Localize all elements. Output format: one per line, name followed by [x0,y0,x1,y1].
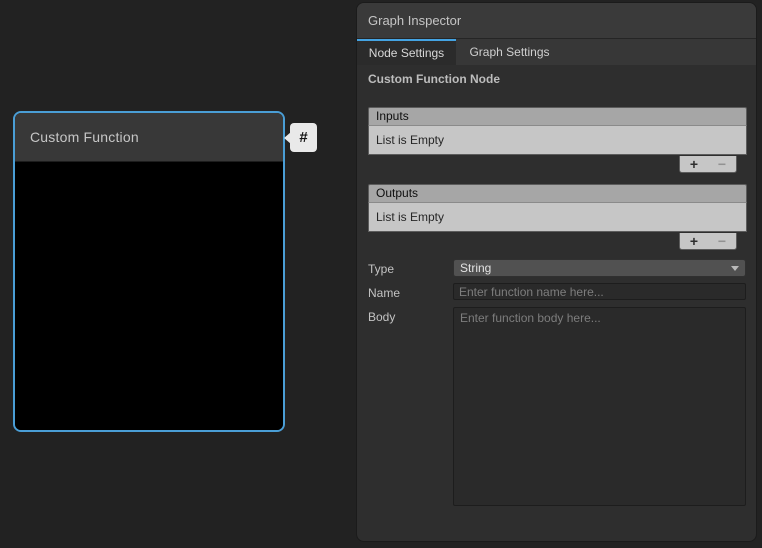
custom-function-node[interactable]: Custom Function [13,111,285,432]
node-settings-content: Custom Function Node Inputs List is Empt… [357,65,756,541]
outputs-add-button[interactable]: + [690,234,698,249]
outputs-empty-row: List is Empty [368,203,747,232]
inputs-list: Inputs List is Empty + − [368,107,747,155]
body-label: Body [368,310,395,324]
name-label: Name [368,286,400,300]
inputs-list-header: Inputs [368,107,747,126]
tab-graph-settings[interactable]: Graph Settings [456,39,563,65]
type-dropdown[interactable]: String [453,259,746,277]
section-title: Custom Function Node [368,72,500,86]
inspector-title: Graph Inspector [368,13,461,28]
inputs-remove-button[interactable]: − [718,157,726,172]
node-hash-badge[interactable]: # [290,123,317,152]
inputs-empty-row: List is Empty [368,126,747,155]
node-header[interactable]: Custom Function [15,113,283,162]
type-label: Type [368,262,394,276]
node-title: Custom Function [30,129,139,145]
outputs-list: Outputs List is Empty + − [368,184,747,232]
chevron-down-icon [731,266,739,271]
inspector-tab-strip: Node Settings Graph Settings [357,39,756,65]
outputs-list-header: Outputs [368,184,747,203]
function-body-textarea[interactable] [453,307,746,506]
function-name-input[interactable] [453,283,746,300]
node-preview-body [15,162,283,432]
outputs-remove-button[interactable]: − [718,234,726,249]
inputs-list-footer: + − [679,156,737,173]
hash-icon: # [299,129,307,146]
tab-node-settings[interactable]: Node Settings [357,39,456,65]
type-dropdown-value: String [460,261,491,275]
graph-inspector-panel: Graph Inspector Node Settings Graph Sett… [357,3,756,541]
inputs-add-button[interactable]: + [690,157,698,172]
outputs-list-footer: + − [679,233,737,250]
inspector-header[interactable]: Graph Inspector [357,3,756,39]
